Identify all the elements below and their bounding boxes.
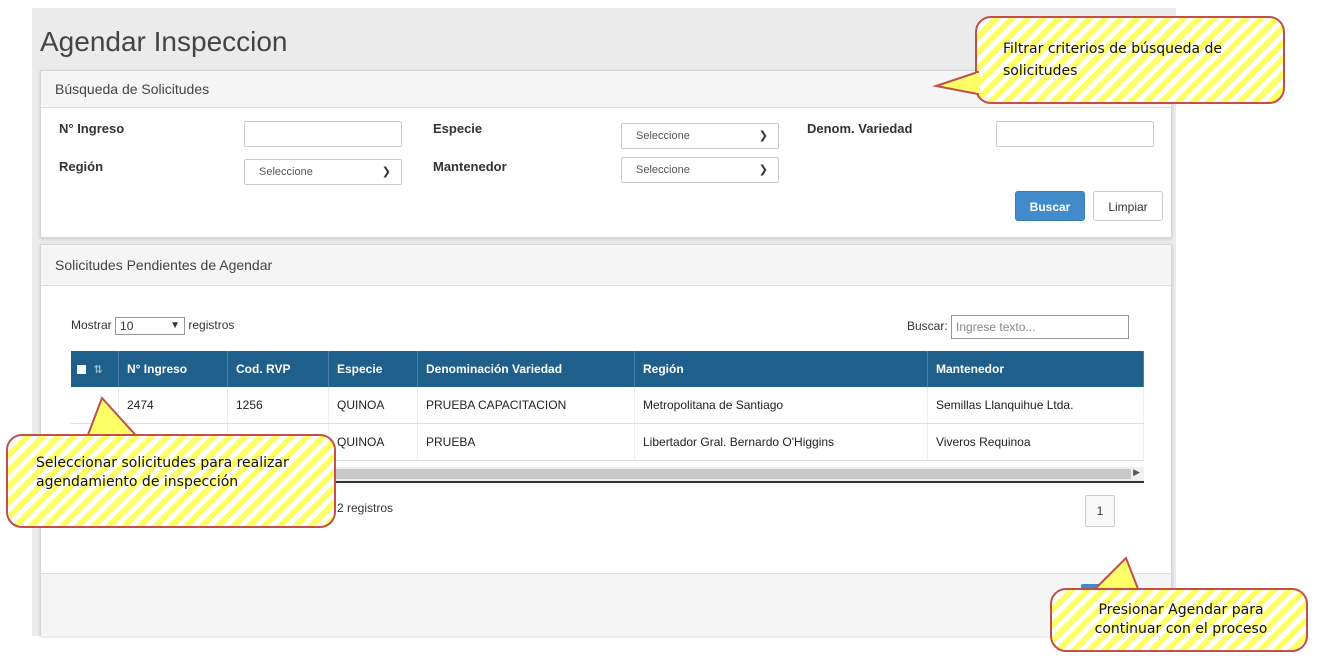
callout-filter-text: Filtrar criterios de búsqueda de solicit… <box>1003 41 1223 79</box>
callout-agendar-text: Presionar Agendar para continuar con el … <box>1094 602 1268 637</box>
cell-region: Metropolitana de Santiago <box>634 387 928 424</box>
col-ingreso[interactable]: N° Ingreso <box>118 351 228 387</box>
ingreso-label: N° Ingreso <box>59 121 125 136</box>
chevron-down-icon: ❯ <box>758 164 768 176</box>
ingreso-input[interactable] <box>244 121 402 147</box>
table-search-label: Buscar: <box>907 319 948 334</box>
results-panel-heading: Solicitudes Pendientes de Agendar <box>41 245 1171 286</box>
col-denominacion[interactable]: Denominación Variedad <box>417 351 635 387</box>
region-select-value: Seleccione <box>259 166 313 178</box>
select-all-header[interactable]: ⇅ <box>71 351 119 387</box>
region-select[interactable]: Seleccione ❯ <box>244 159 402 185</box>
especie-select-value: Seleccione <box>636 130 690 142</box>
table-row[interactable]: 2474 1256 QUINOA PRUEBA CAPACITACION Met… <box>71 387 1144 424</box>
callout-filter-pointer <box>932 70 980 96</box>
cell-denominacion: PRUEBA <box>417 423 635 461</box>
callout-agendar: Presionar Agendar para continuar con el … <box>1050 588 1308 652</box>
buscar-button[interactable]: Buscar <box>1015 191 1085 221</box>
callout-select-text: Seleccionar solicitudes para realizar ag… <box>36 455 289 490</box>
show-suffix: registros <box>188 318 235 333</box>
mantenedor-label: Mantenedor <box>433 159 507 174</box>
denom-input[interactable] <box>996 121 1154 147</box>
denom-label: Denom. Variedad <box>807 121 913 136</box>
especie-label: Especie <box>433 121 483 136</box>
callout-filter: Filtrar criterios de búsqueda de solicit… <box>975 16 1285 104</box>
cell-especie: QUINOA <box>328 423 418 461</box>
results-panel-footer <box>41 573 1171 636</box>
callout-select: Seleccionar solicitudes para realizar ag… <box>6 434 336 528</box>
col-region[interactable]: Región <box>634 351 928 387</box>
col-mantenedor[interactable]: Mantenedor <box>927 351 1144 387</box>
chevron-down-icon: ❯ <box>381 166 391 178</box>
pagination-page-1[interactable]: 1 <box>1085 495 1115 527</box>
table-header-row: ⇅ N° Ingreso Cod. RVP Especie Denominaci… <box>71 351 1144 387</box>
mantenedor-select[interactable]: Seleccione ❯ <box>621 157 779 183</box>
scroll-right-icon[interactable]: ▶ <box>1133 467 1140 478</box>
cell-mantenedor: Viveros Requinoa <box>927 423 1144 461</box>
cell-region: Libertador Gral. Bernardo O'Higgins <box>634 423 928 461</box>
page-title: Agendar Inspeccion <box>40 26 288 57</box>
table-search-input[interactable]: Ingrese texto... <box>951 315 1130 339</box>
especie-select[interactable]: Seleccione ❯ <box>621 123 779 149</box>
col-especie[interactable]: Especie <box>328 351 418 387</box>
chevron-down-icon: ▼ <box>170 320 181 331</box>
page-length-control: Mostrar 10 ▼ registros <box>71 317 234 335</box>
page-length-value: 10 <box>120 319 134 333</box>
limpiar-button[interactable]: Limpiar <box>1093 191 1163 221</box>
region-label: Región <box>59 159 104 174</box>
mantenedor-select-value: Seleccione <box>636 164 690 176</box>
checkbox-icon[interactable] <box>77 365 86 375</box>
cell-especie: QUINOA <box>328 387 418 424</box>
cell-denominacion: PRUEBA CAPACITACION <box>417 387 635 424</box>
table-info: e 2 registros <box>327 501 394 515</box>
page-length-select[interactable]: 10 ▼ <box>115 317 186 335</box>
table-search: Buscar: Ingrese texto... <box>907 315 1130 339</box>
col-cod-rvp[interactable]: Cod. RVP <box>227 351 329 387</box>
show-prefix: Mostrar <box>71 318 112 333</box>
chevron-down-icon: ❯ <box>758 130 768 142</box>
sort-icon[interactable]: ⇅ <box>93 364 102 376</box>
cell-mantenedor: Semillas Llanquihue Ltda. <box>927 387 1144 424</box>
cell-cod-rvp: 1256 <box>227 387 329 424</box>
